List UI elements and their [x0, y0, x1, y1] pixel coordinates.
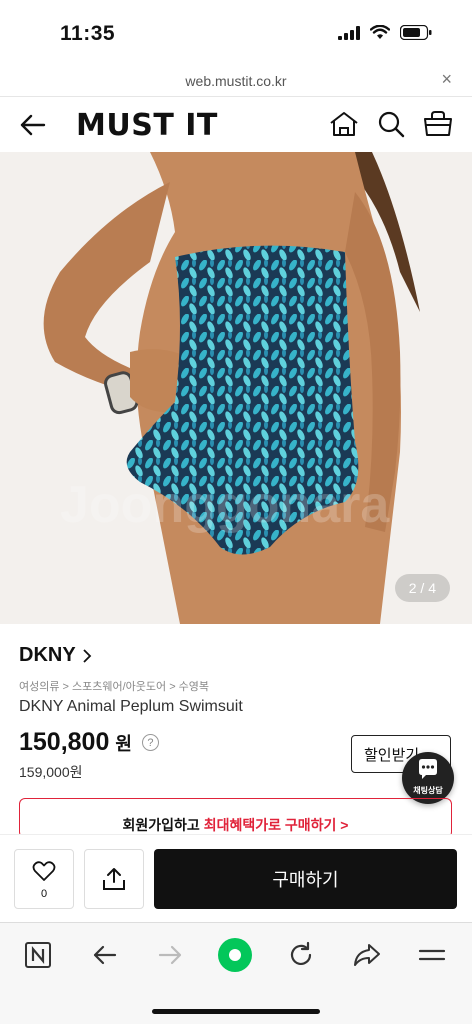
product-title: DKNY Animal Peplum Swimsuit [19, 698, 243, 715]
promo-highlight: 최대혜택가로 구매하기 [203, 817, 337, 833]
like-count: 0 [40, 888, 48, 900]
url-text: web.mustit.co.kr [185, 73, 287, 89]
brand-name: DKNY [19, 644, 76, 666]
close-icon[interactable]: × [441, 69, 452, 90]
image-counter: 2 / 4 [394, 574, 450, 602]
back-arrow-icon[interactable] [18, 111, 48, 144]
search-icon[interactable] [376, 109, 406, 139]
naver-n-icon[interactable] [20, 937, 56, 973]
buy-bar: 0 구매하기 [0, 834, 472, 922]
header-icons [328, 109, 454, 139]
swimsuit-photo: Joonggonara [0, 152, 472, 624]
like-button[interactable]: 0 [14, 849, 74, 909]
naver-green-dot-icon[interactable] [217, 937, 253, 973]
price-info-icon[interactable]: ? [141, 734, 159, 751]
buy-label: 구매하기 [272, 870, 339, 890]
browser-toolbar [0, 922, 472, 1024]
chat-label: 채팅상담 [413, 786, 443, 795]
share-icon [103, 868, 125, 890]
price-row: 150,800 원 ? [19, 728, 159, 757]
chat-consult-button[interactable]: 채팅상담 [402, 752, 454, 804]
share-button[interactable] [84, 849, 144, 909]
home-icon[interactable] [328, 109, 360, 139]
signup-promo-banner[interactable]: 회원가입하고 최대혜택가로 구매하기 > [19, 798, 452, 838]
chat-bubble-icon [419, 759, 437, 779]
breadcrumb[interactable]: 여성의류 > 스포츠웨어/아웃도어 > 수영복 [19, 678, 209, 694]
status-time: 11:35 [60, 22, 116, 45]
share-forward-icon[interactable] [349, 937, 385, 973]
product-image[interactable]: Joonggonara 2 / 4 [0, 152, 472, 624]
refresh-icon[interactable] [283, 937, 319, 973]
home-indicator [152, 1009, 320, 1014]
app-header: MUST IT [0, 96, 472, 152]
battery-icon [400, 25, 432, 40]
mustit-logo[interactable]: MUST IT [76, 108, 218, 143]
cart-icon[interactable] [422, 109, 454, 139]
buy-button[interactable]: 구매하기 [154, 849, 457, 909]
menu-icon[interactable] [414, 937, 450, 973]
watermark-text: Joonggonara [60, 476, 390, 534]
signal-icon [338, 25, 360, 40]
original-price: 159,000원 [19, 764, 83, 780]
status-bar: 11:35 [0, 0, 472, 66]
browser-back-icon[interactable] [87, 937, 123, 973]
browser-forward-icon[interactable] [152, 937, 188, 973]
price-unit: 원 [115, 733, 132, 754]
url-bar[interactable]: web.mustit.co.kr × [0, 66, 472, 96]
sale-price: 150,800 [19, 728, 110, 756]
heart-icon [32, 861, 56, 881]
status-icons [338, 25, 432, 40]
chevron-right-icon [83, 648, 91, 663]
promo-arrow: > [340, 817, 349, 833]
promo-prefix: 회원가입하고 [122, 817, 204, 833]
wifi-icon [370, 25, 390, 39]
brand-link[interactable]: DKNY [19, 644, 92, 667]
